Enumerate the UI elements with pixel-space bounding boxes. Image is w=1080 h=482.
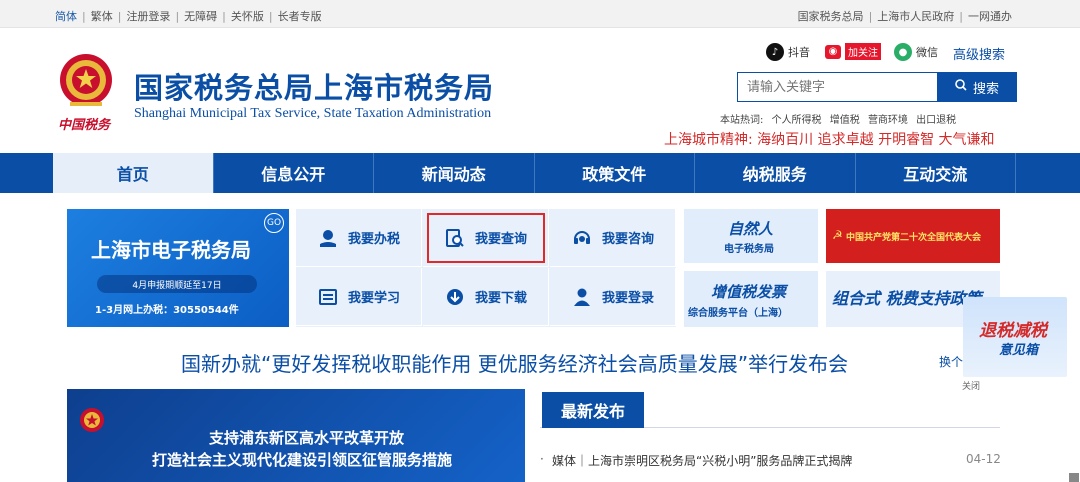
doc-search-icon: [444, 227, 466, 249]
banner-line-2: 打造社会主义现代化建设引领区征管服务措施: [152, 451, 453, 469]
party-congress-banner[interactable]: ☭ 中国共产党第二十次全国代表大会: [826, 209, 1000, 263]
advanced-search-link[interactable]: 高级搜索: [953, 44, 1005, 63]
pudong-reform-banner[interactable]: 支持浦东新区高水平改革开放 打造社会主义现代化建设引领区征管服务措施: [67, 389, 525, 482]
hot-words-label: 本站热词:: [720, 115, 764, 126]
service-login[interactable]: 我要登录: [550, 268, 676, 326]
scrollbar-thumb[interactable]: [1069, 473, 1079, 482]
vat-invoice-platform-link[interactable]: 增值税发票 综合服务平台（上海）: [684, 271, 818, 327]
news-item-date: 04-12: [966, 452, 1001, 466]
link-accessibility[interactable]: 无障碍: [184, 8, 217, 24]
vat-sub: 综合服务平台（上海）: [688, 308, 788, 319]
hot-word[interactable]: 个人所得税: [772, 115, 822, 126]
service-query[interactable]: 我要查询: [423, 209, 549, 267]
link-elder-version[interactable]: 长者专版: [278, 8, 322, 24]
combo-policy-label: 组合式 税费支持政策: [832, 289, 982, 308]
e-tax-bureau-banner[interactable]: 上海市电子税务局 GO 4月申报期顺延至17日 1-3月网上办税：3055054…: [67, 209, 289, 327]
douyin-icon: ♪: [766, 43, 784, 61]
natural-person-label: 自然人: [728, 220, 774, 238]
site-title[interactable]: 国家税务总局上海市税务局: [134, 65, 494, 107]
tab-latest-release[interactable]: 最新发布: [542, 392, 644, 428]
wechat-link[interactable]: ● 微信: [894, 43, 938, 61]
service-label: 我要登录: [601, 291, 654, 306]
service-label: 我要学习: [347, 291, 400, 306]
emblem-text: 中国税务: [58, 117, 111, 132]
weibo-follow-label: 加关注: [845, 43, 881, 60]
e-tax-notice: 4月申报期顺延至17日: [97, 275, 257, 293]
e-tax-count: 1-3月网上办税：30550544件: [95, 305, 239, 316]
service-label: 我要下载: [474, 291, 527, 306]
top-utility-bar: 简体 | 繁体 | 注册登录 | 无障碍 | 关怀版 | 长者专版 国家税务总局…: [0, 0, 1080, 28]
banner-line-1: 支持浦东新区高水平改革开放: [209, 429, 405, 447]
nav-interaction[interactable]: 互动交流: [856, 153, 1016, 193]
wechat-label: 微信: [916, 46, 938, 59]
float-ad-title: 退税减税: [979, 321, 1047, 341]
hot-words: 本站热词: 个人所得税 增值税 营商环境 出口退税: [720, 111, 961, 126]
top-right-links: 国家税务总局 | 上海市人民政府 | 一网通办: [797, 8, 1012, 24]
douyin-label: 抖音: [788, 46, 810, 59]
service-consult[interactable]: 我要咨询: [550, 209, 676, 267]
tax-feedback-float-ad[interactable]: 退税减税 意见箱: [963, 297, 1067, 377]
download-icon: [444, 286, 466, 308]
service-handle-tax[interactable]: 我要办税: [296, 209, 422, 267]
nav-home[interactable]: 首页: [53, 153, 214, 193]
service-learn[interactable]: 我要学习: [296, 268, 422, 326]
hot-word[interactable]: 增值税: [830, 115, 860, 126]
e-tax-title: 上海市电子税务局: [91, 238, 251, 262]
weibo-follow-link[interactable]: ◉ 加关注: [825, 43, 881, 60]
wechat-icon: ●: [894, 43, 912, 61]
search-button[interactable]: 搜索: [937, 72, 1017, 102]
switch-button[interactable]: 换个: [939, 353, 963, 370]
search-input[interactable]: [737, 72, 937, 102]
hand-coin-icon: [317, 227, 339, 249]
link-sat[interactable]: 国家税务总局: [798, 8, 864, 24]
link-sh-gov[interactable]: 上海市人民政府: [877, 8, 954, 24]
list-bullet: ·: [540, 452, 544, 466]
party-emblem-icon: ☭: [832, 228, 843, 242]
nav-policy[interactable]: 政策文件: [535, 153, 695, 193]
party-congress-label: 中国共产党第二十次全国代表大会: [846, 233, 982, 243]
search-button-label: 搜索: [972, 81, 999, 97]
natural-person-sub: 电子税务局: [724, 244, 774, 255]
hot-word[interactable]: 出口退税: [916, 115, 956, 126]
tax-emblem-logo[interactable]: 中国税务: [56, 50, 116, 136]
city-spirit-slogan: 上海城市精神: 海纳百川 追求卓越 开明睿智 大气谦和: [664, 132, 995, 148]
link-traditional[interactable]: 繁体: [91, 8, 113, 24]
headline-news[interactable]: 国新办就“更好发挥税收职能作用 更优服务经济社会高质量发展”举行发布会: [181, 348, 848, 377]
go-icon: GO: [264, 213, 284, 233]
link-care-version[interactable]: 关怀版: [231, 8, 264, 24]
service-download[interactable]: 我要下载: [423, 268, 549, 326]
news-item-title[interactable]: 媒体｜上海市崇明区税务局“兴税小明”服务品牌正式揭牌: [552, 452, 852, 469]
service-label: 我要咨询: [601, 232, 654, 247]
natural-person-tax-link[interactable]: 自然人 电子税务局: [684, 209, 818, 263]
hot-word[interactable]: 营商环境: [868, 115, 908, 126]
main-nav: 首页 信息公开 新闻动态 政策文件 纳税服务 互动交流: [0, 153, 1080, 193]
service-label: 我要查询: [474, 232, 527, 247]
site-subtitle: Shanghai Municipal Tax Service, State Ta…: [134, 106, 492, 121]
user-icon: [571, 286, 593, 308]
nav-info-disclosure[interactable]: 信息公开: [214, 153, 374, 193]
nav-news[interactable]: 新闻动态: [374, 153, 535, 193]
book-icon: [317, 286, 339, 308]
weibo-icon: ◉: [825, 44, 841, 59]
service-label: 我要办税: [347, 232, 400, 247]
nav-tax-service[interactable]: 纳税服务: [695, 153, 856, 193]
float-ad-subtitle: 意见箱: [999, 343, 1039, 358]
douyin-link[interactable]: ♪ 抖音: [766, 43, 810, 61]
float-ad-close-button[interactable]: 关闭: [962, 379, 980, 392]
vat-title: 增值税发票: [711, 283, 787, 301]
link-one-network[interactable]: 一网通办: [968, 8, 1012, 24]
banner-emblem-icon: [75, 405, 109, 445]
search-icon: [955, 79, 967, 95]
link-register-login[interactable]: 注册登录: [126, 8, 170, 24]
service-grid: 我要办税 我要查询 我要咨询 我要学习 我要下载 我要登录: [296, 209, 676, 327]
top-left-links: 简体 | 繁体 | 注册登录 | 无障碍 | 关怀版 | 长者专版: [55, 8, 322, 24]
headset-icon: [571, 227, 593, 249]
link-simplified[interactable]: 简体: [55, 8, 77, 24]
